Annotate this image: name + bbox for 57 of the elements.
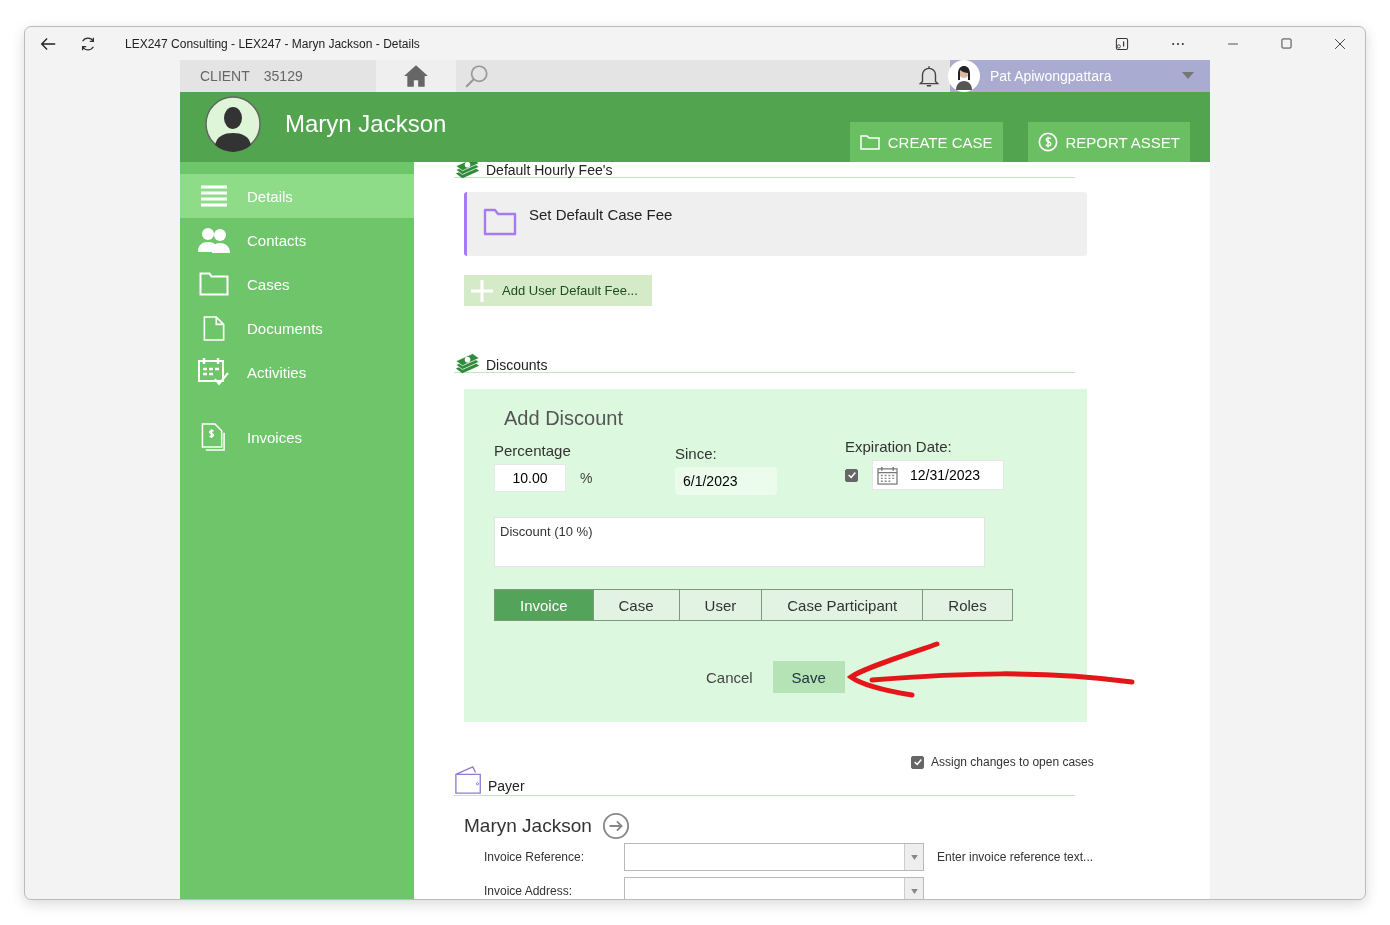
arrow-circle-icon[interactable] xyxy=(601,812,630,840)
field-label: Expiration Date: xyxy=(845,438,953,455)
home-icon xyxy=(402,63,430,89)
window-title: LEX247 Consulting - LEX247 - Maryn Jackson - Details xyxy=(125,36,420,51)
percent-sign: % xyxy=(580,470,593,486)
client-label: CLIENT xyxy=(200,68,250,84)
cast-icon[interactable] xyxy=(1114,35,1130,52)
date-field[interactable]: 6/1/2023 xyxy=(675,467,777,495)
avatar-icon xyxy=(205,96,261,152)
folder-icon xyxy=(198,272,229,296)
scope-tab[interactable]: Case xyxy=(592,589,680,621)
caret-icon xyxy=(910,854,918,860)
calendar-icon xyxy=(197,357,230,387)
checkbox-label: Assign changes to open cases xyxy=(931,755,1094,769)
section-title: Default Hourly Fee's xyxy=(486,163,613,177)
section-title: Payer xyxy=(488,779,525,793)
caret-icon xyxy=(910,888,918,894)
form-heading: Add Discount xyxy=(504,407,624,430)
checkbox[interactable] xyxy=(845,468,858,482)
close-icon[interactable] xyxy=(1333,36,1347,51)
folder-icon xyxy=(483,206,517,236)
section-title: Discounts xyxy=(486,358,548,372)
add-fee-button[interactable]: Add User Default Fee... xyxy=(464,275,652,306)
dollar-icon xyxy=(1037,132,1058,152)
checkbox[interactable] xyxy=(911,755,924,769)
client-number: 35129 xyxy=(263,68,303,84)
scope-tab[interactable]: Case Participant xyxy=(761,589,924,621)
list-icon xyxy=(200,185,227,207)
people-icon xyxy=(197,226,230,254)
wallet-icon xyxy=(454,765,484,795)
document-icon xyxy=(202,314,225,342)
maximize-icon[interactable] xyxy=(1280,37,1293,50)
field-label: Invoice Address: xyxy=(484,884,574,898)
cancel-button[interactable]: Cancel xyxy=(706,668,773,686)
avatar-icon xyxy=(948,60,980,92)
scope-tab[interactable]: Roles xyxy=(922,589,1013,621)
save-button[interactable]: Save xyxy=(772,661,845,693)
hint-text: Enter invoice reference text... xyxy=(937,850,1094,864)
client-name: Maryn Jackson xyxy=(285,110,447,138)
folder-icon xyxy=(859,134,880,150)
scope-tab[interactable]: User xyxy=(678,589,763,621)
date-field[interactable]: 12/31/2023 xyxy=(872,460,1004,490)
default-case-fee-card[interactable]: Set Default Case Fee xyxy=(464,192,1087,256)
field-label: Invoice Reference: xyxy=(484,850,586,864)
field-label: Since: xyxy=(675,445,718,462)
caret-icon xyxy=(1182,72,1194,80)
home-tab[interactable] xyxy=(376,60,456,92)
dropdown-field[interactable] xyxy=(624,843,924,871)
bell-icon[interactable] xyxy=(916,63,942,89)
invoice-icon xyxy=(201,422,226,452)
payer-name: Maryn Jackson xyxy=(464,815,592,837)
plus-icon xyxy=(470,278,494,303)
description-field[interactable]: Discount (10 %) xyxy=(494,517,985,567)
dropdown-field[interactable] xyxy=(624,877,924,899)
percentage-field[interactable]: 10.00 xyxy=(494,464,566,492)
field-label: Percentage xyxy=(494,442,572,459)
calendar-icon[interactable] xyxy=(877,465,898,485)
